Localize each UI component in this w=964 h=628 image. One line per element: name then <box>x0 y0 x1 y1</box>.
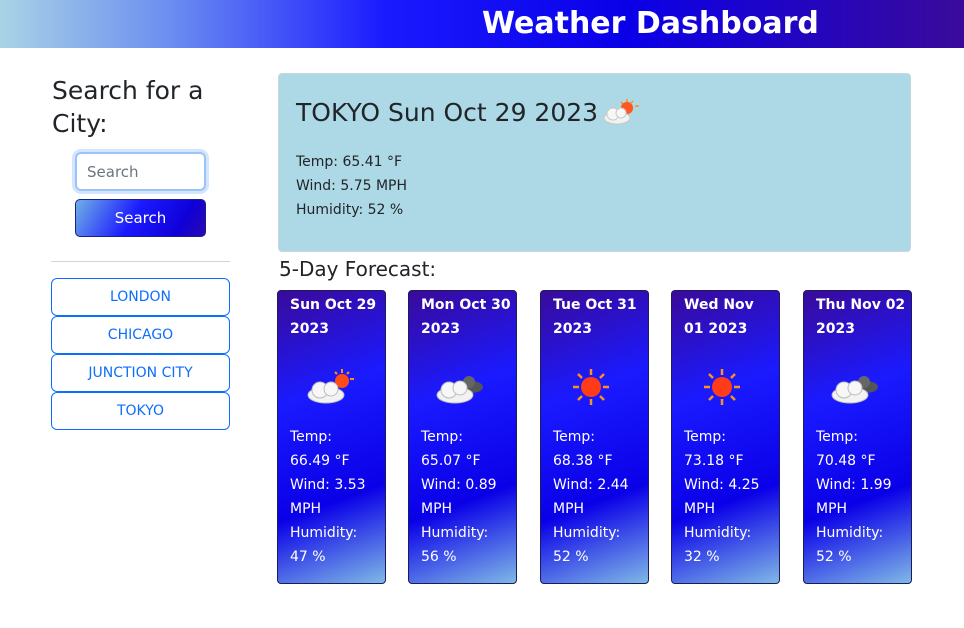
forecast-humidity: 52 % <box>553 549 589 565</box>
forecast-wind-unit: MPH <box>816 501 848 517</box>
current-humidity: Humidity: 52 % <box>296 202 404 218</box>
forecast-wind: Wind: 3.53 <box>290 477 366 493</box>
forecast-humidity: 52 % <box>816 549 852 565</box>
forecast-stats: Temp: 65.07 °F Wind: 0.89 MPH Humidity: … <box>421 425 517 569</box>
forecast-heading: 5-Day Forecast: <box>279 257 437 281</box>
forecast-wind-unit: MPH <box>684 501 716 517</box>
search-input[interactable] <box>75 152 206 191</box>
forecast-wind-unit: MPH <box>421 501 453 517</box>
partly-cloudy-icon <box>603 99 639 125</box>
forecast-date: Tue Oct 31 2023 <box>553 297 637 337</box>
history-item-tokyo[interactable]: TOKYO <box>51 392 230 430</box>
forecast-stats: Temp: 66.49 °F Wind: 3.53 MPH Humidity: … <box>290 425 386 569</box>
forecast-wind: Wind: 2.44 <box>553 477 629 493</box>
forecast-card: Tue Oct 31 2023 Temp: 68.38 °F Wind: 2.4… <box>540 290 649 584</box>
forecast-temp-label: Temp: <box>684 429 727 445</box>
search-history: LONDON CHICAGO JUNCTION CITY TOKYO <box>51 278 230 430</box>
forecast-card: Sun Oct 29 2023 Temp: 66.49 °F Wind: 3.5… <box>277 290 386 584</box>
forecast-temp-label: Temp: <box>290 429 333 445</box>
forecast-temp: 68.38 °F <box>553 453 613 469</box>
cloudy-icon <box>436 376 483 404</box>
forecast-humidity: 56 % <box>421 549 457 565</box>
forecast-date: Thu Nov 02 2023 <box>816 297 906 337</box>
forecast-temp-label: Temp: <box>553 429 596 445</box>
forecast-wind-unit: MPH <box>553 501 585 517</box>
forecast-date: Sun Oct 29 2023 <box>290 297 377 337</box>
forecast-humidity-label: Humidity: <box>421 525 489 541</box>
forecast-wind-unit: MPH <box>290 501 322 517</box>
history-item-junction-city[interactable]: JUNCTION CITY <box>51 354 230 392</box>
cloudy-icon <box>831 376 878 404</box>
forecast-humidity: 47 % <box>290 549 326 565</box>
current-weather-panel: TOKYO Sun Oct 29 2023 Temp: 65.41 °F Win… <box>278 73 911 252</box>
forecast-wind: Wind: 0.89 <box>421 477 497 493</box>
forecast-wind: Wind: 1.99 <box>816 477 892 493</box>
forecast-date: Wed Nov 01 2023 <box>684 297 754 337</box>
forecast-humidity-label: Humidity: <box>290 525 358 541</box>
forecast-date: Mon Oct 30 2023 <box>421 297 511 337</box>
current-temp: Temp: 65.41 °F <box>296 154 403 170</box>
forecast-humidity-label: Humidity: <box>553 525 621 541</box>
forecast-temp: 65.07 °F <box>421 453 481 469</box>
forecast-card: Mon Oct 30 2023 Temp: 65.07 °F Wind: 0.8… <box>408 290 517 584</box>
forecast-temp: 70.48 °F <box>816 453 876 469</box>
sidebar-divider <box>51 261 230 262</box>
forecast-temp: 73.18 °F <box>684 453 744 469</box>
search-button[interactable]: Search <box>75 199 206 237</box>
forecast-temp-label: Temp: <box>816 429 859 445</box>
app-header: Weather Dashboard <box>0 0 964 48</box>
forecast-wind: Wind: 4.25 <box>684 477 760 493</box>
partly-cloudy-icon <box>307 369 354 404</box>
forecast-stats: Temp: 68.38 °F Wind: 2.44 MPH Humidity: … <box>553 425 649 569</box>
forecast-humidity-label: Humidity: <box>816 525 884 541</box>
sun-icon <box>704 369 740 405</box>
forecast-card: Thu Nov 02 2023 Temp: 70.48 °F Wind: 1.9… <box>803 290 912 584</box>
history-item-london[interactable]: LONDON <box>51 278 230 316</box>
history-item-chicago[interactable]: CHICAGO <box>51 316 230 354</box>
current-wind: Wind: 5.75 MPH <box>296 178 408 194</box>
forecast-humidity-label: Humidity: <box>684 525 752 541</box>
page-title: Weather Dashboard <box>482 6 819 41</box>
search-heading: Search for a City: <box>52 76 204 138</box>
forecast-card: Wed Nov 01 2023 Temp: 73.18 °F Wind: 4.2… <box>671 290 780 584</box>
sun-icon <box>573 369 609 405</box>
forecast-stats: Temp: 73.18 °F Wind: 4.25 MPH Humidity: … <box>684 425 780 569</box>
current-city-date: TOKYO Sun Oct 29 2023 <box>296 98 599 127</box>
forecast-stats: Temp: 70.48 °F Wind: 1.99 MPH Humidity: … <box>816 425 912 569</box>
forecast-temp: 66.49 °F <box>290 453 350 469</box>
current-stats: Temp: 65.41 °F Wind: 5.75 MPH Humidity: … <box>296 150 407 222</box>
forecast-humidity: 32 % <box>684 549 720 565</box>
forecast-temp-label: Temp: <box>421 429 464 445</box>
